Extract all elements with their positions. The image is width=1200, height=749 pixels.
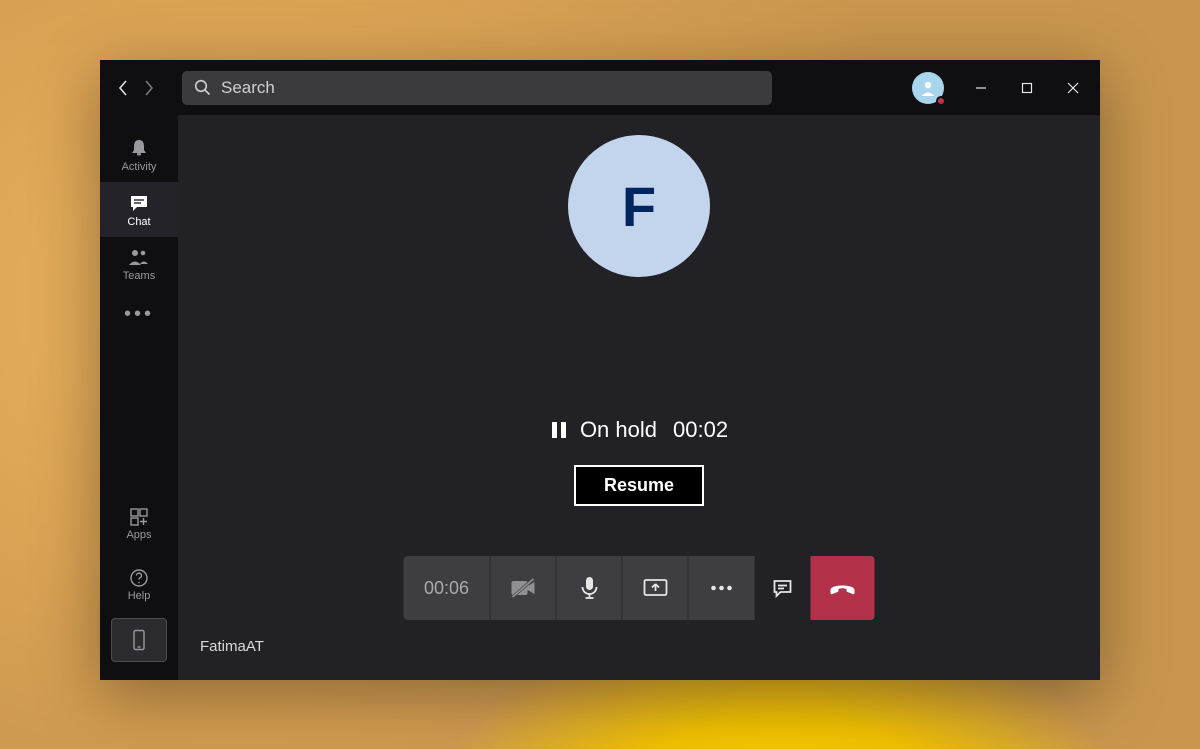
sidebar-more-button[interactable]: ••• — [100, 292, 178, 336]
sidebar-item-help[interactable]: Help — [100, 557, 178, 612]
hold-status-row: On hold 00:02 — [550, 417, 728, 443]
titlebar — [100, 60, 1100, 115]
sidebar-item-label: Help — [128, 590, 151, 602]
chat-panel-toggle-button[interactable] — [755, 556, 811, 620]
call-controls-bar: 00:06 — [404, 556, 875, 620]
current-user-avatar[interactable] — [912, 72, 944, 104]
nav-forward-button[interactable] — [136, 71, 162, 105]
mobile-phone-icon — [132, 629, 146, 651]
sidebar-item-label: Activity — [122, 161, 157, 173]
sidebar-item-label: Apps — [126, 529, 151, 541]
mic-toggle-button[interactable] — [557, 556, 623, 620]
sidebar-item-apps[interactable]: Apps — [100, 496, 178, 551]
participant-avatar: F — [568, 135, 710, 277]
help-icon — [129, 568, 149, 588]
window-close-button[interactable] — [1050, 64, 1096, 112]
search-icon — [194, 79, 211, 96]
call-duration: 00:06 — [404, 556, 490, 620]
presence-busy-indicator — [936, 96, 946, 106]
bell-icon — [128, 137, 150, 159]
hold-timer: 00:02 — [673, 417, 728, 443]
more-actions-button[interactable] — [689, 556, 755, 620]
microphone-icon — [579, 575, 599, 601]
sidebar-item-chat[interactable]: Chat — [100, 182, 178, 237]
teams-window: Activity Chat Teams ••• — [100, 60, 1100, 680]
hold-status-text: On hold — [580, 417, 657, 443]
pause-icon — [550, 420, 568, 440]
camera-off-icon — [509, 577, 537, 599]
camera-toggle-button[interactable] — [491, 556, 557, 620]
hangup-button[interactable] — [811, 556, 875, 620]
person-icon — [918, 78, 938, 98]
window-maximize-button[interactable] — [1004, 64, 1050, 112]
resume-button[interactable]: Resume — [574, 465, 704, 506]
apps-icon — [129, 507, 149, 527]
participant-name-label: FatimaAT — [200, 638, 264, 655]
hangup-icon — [828, 579, 858, 597]
more-horizontal-icon — [709, 584, 735, 592]
chat-icon — [128, 192, 150, 214]
share-screen-icon — [642, 577, 668, 599]
window-minimize-button[interactable] — [958, 64, 1004, 112]
share-screen-button[interactable] — [623, 556, 689, 620]
nav-back-button[interactable] — [110, 71, 136, 105]
avatar-initial: F — [622, 174, 656, 239]
search-box[interactable] — [182, 71, 772, 105]
search-input[interactable] — [221, 78, 760, 98]
sidebar-item-label: Chat — [127, 216, 150, 228]
sidebar-mobile-button[interactable] — [111, 618, 167, 662]
sidebar-item-activity[interactable]: Activity — [100, 127, 178, 182]
chat-icon — [772, 577, 794, 599]
sidebar-item-label: Teams — [123, 270, 155, 282]
more-horizontal-icon: ••• — [124, 303, 154, 326]
sidebar: Activity Chat Teams ••• — [100, 115, 178, 680]
call-area: F On hold 00:02 Resume 00:06 — [178, 115, 1100, 680]
teams-icon — [127, 248, 151, 268]
sidebar-item-teams[interactable]: Teams — [100, 237, 178, 292]
